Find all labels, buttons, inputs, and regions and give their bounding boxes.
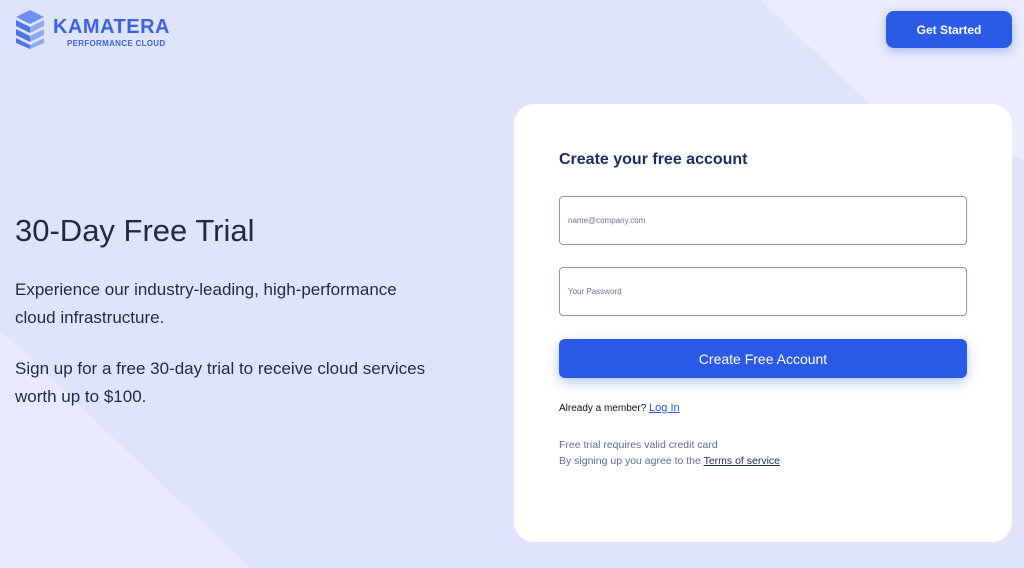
- email-field[interactable]: [559, 196, 967, 245]
- hero-offer-text: Sign up for a free 30-day trial to recei…: [15, 359, 426, 406]
- create-account-button[interactable]: Create Free Account: [559, 339, 967, 378]
- signup-card: Create your free account Create Free Acc…: [514, 104, 1012, 542]
- terms-link[interactable]: Terms of service: [704, 455, 780, 467]
- page-title: 30-Day Free Trial: [15, 213, 255, 248]
- login-prompt: Already a member? Log In: [559, 402, 680, 414]
- hero-description: Experience our industry-leading, high-pe…: [15, 280, 397, 327]
- credit-card-note: Free trial requires valid credit card: [559, 439, 718, 451]
- brand-tagline: PERFORMANCE CLOUD: [67, 39, 166, 48]
- terms-line: By signing up you agree to the Terms of …: [559, 453, 780, 469]
- brand-name: KAMATERA: [53, 16, 170, 38]
- get-started-button[interactable]: Get Started: [886, 11, 1012, 48]
- member-prompt-text: Already a member?: [559, 403, 647, 414]
- brand-logo[interactable]: KAMATERA PERFORMANCE CLOUD: [14, 9, 170, 49]
- login-link[interactable]: Log In: [649, 402, 680, 414]
- terms-prefix: By signing up you agree to the: [559, 455, 701, 467]
- password-field[interactable]: [559, 267, 967, 316]
- kamatera-stack-icon: [16, 10, 44, 49]
- fine-print: Free trial requires valid credit card By…: [559, 437, 780, 469]
- signup-title: Create your free account: [559, 151, 748, 168]
